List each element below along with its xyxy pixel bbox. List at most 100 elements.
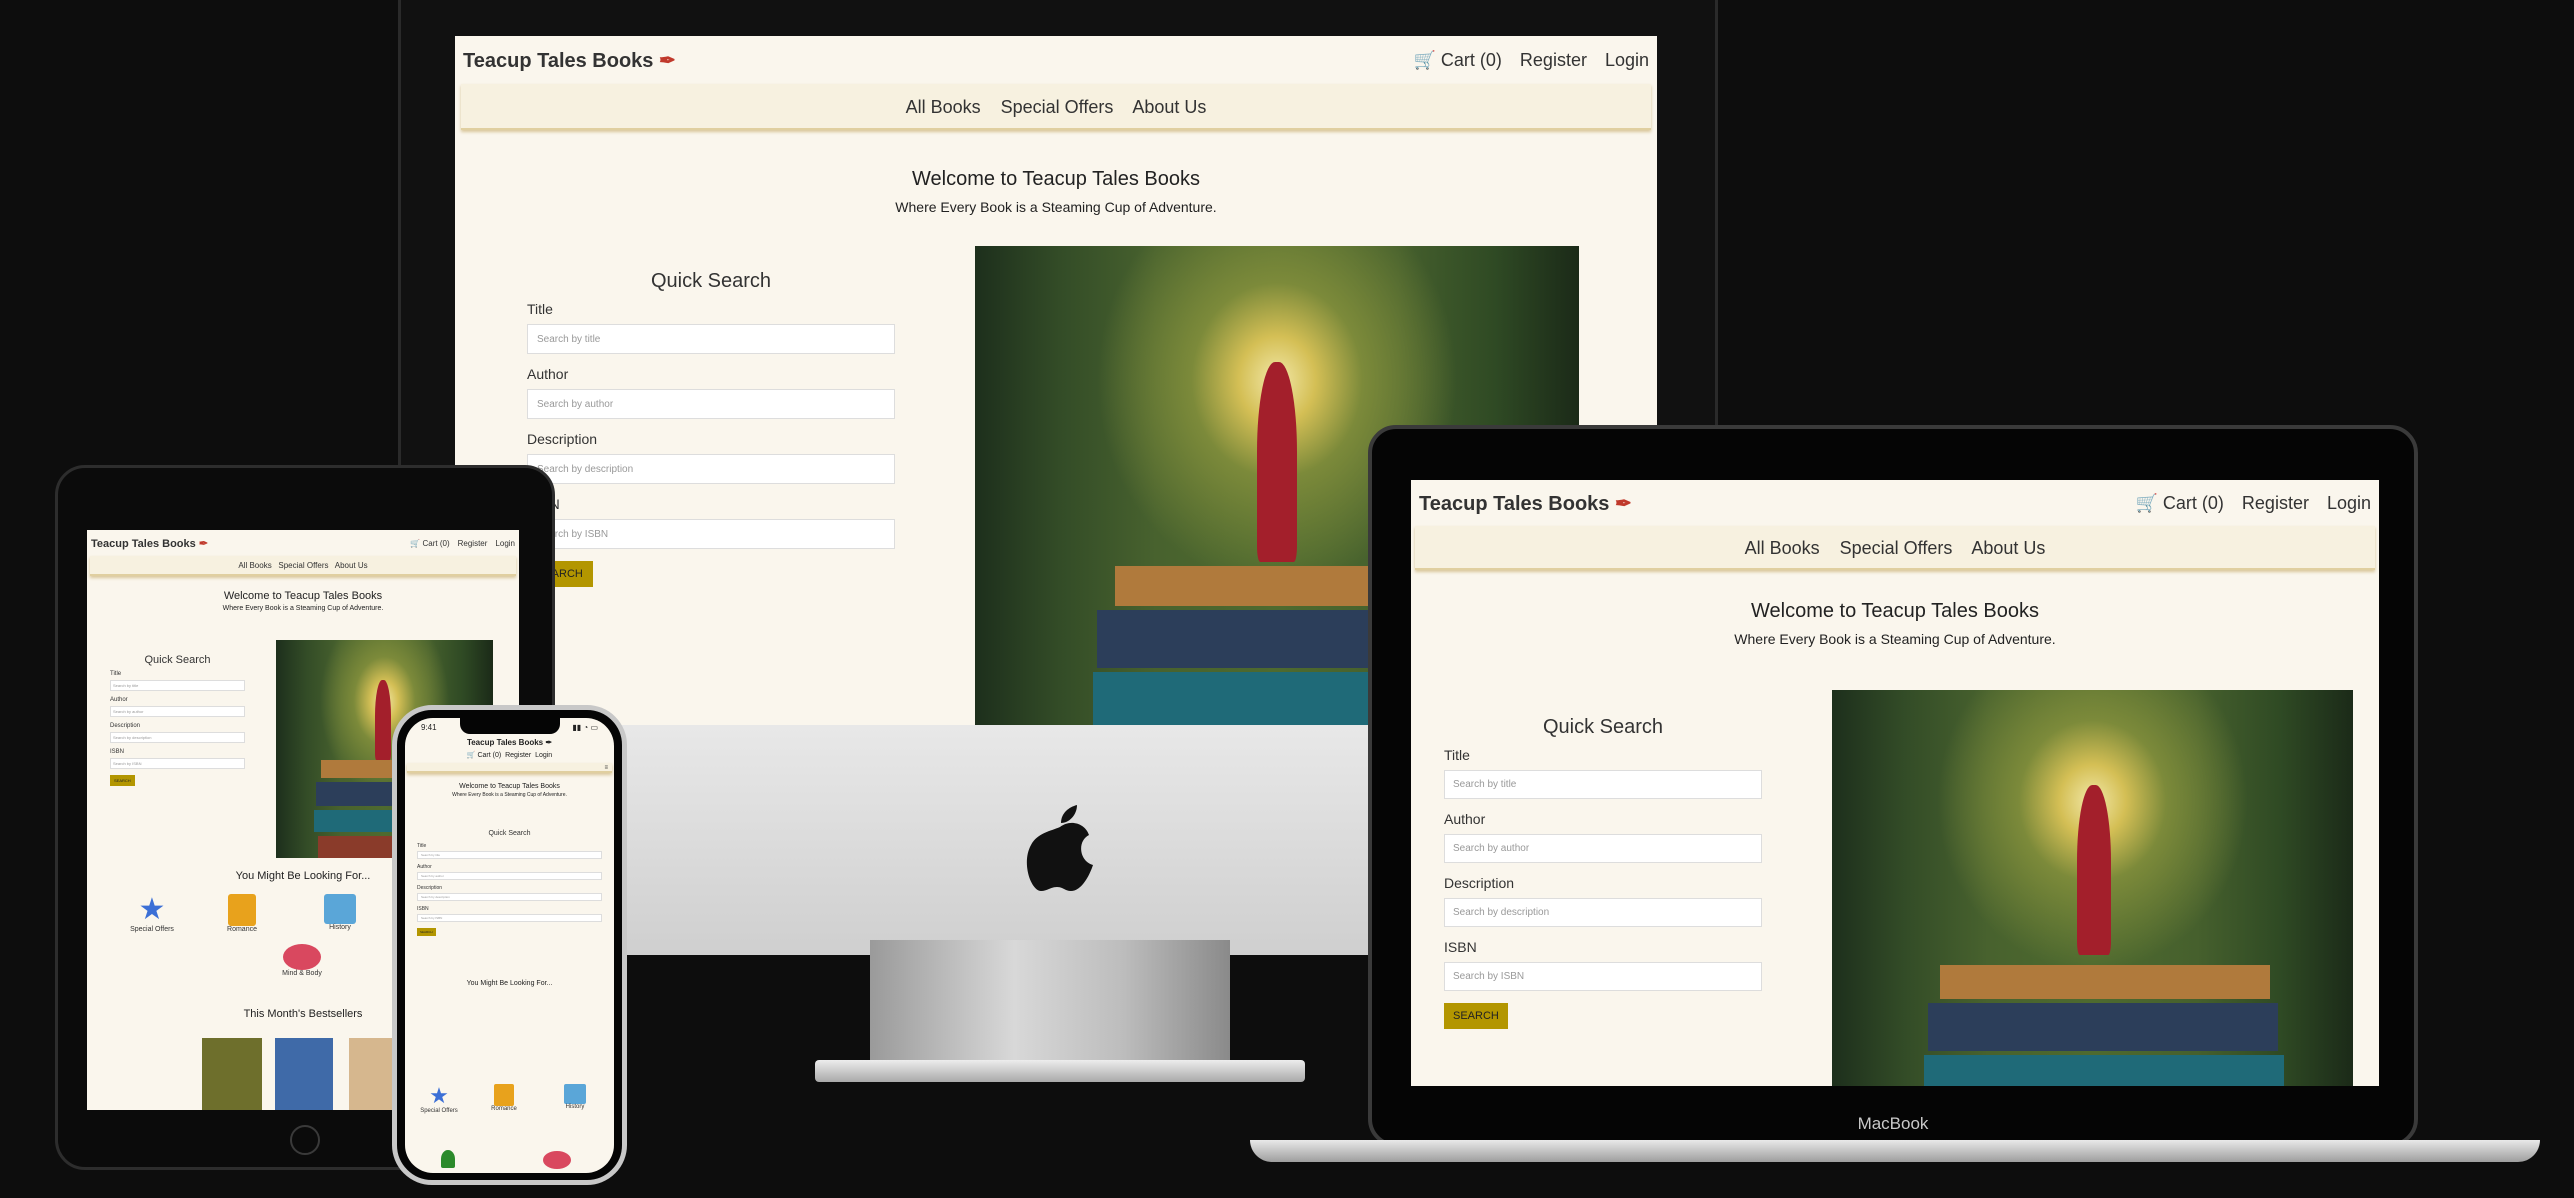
search-button[interactable]: SEARCH xyxy=(1444,1003,1508,1029)
search-button[interactable]: SEARCH xyxy=(110,775,135,786)
description-input[interactable]: Search by description xyxy=(110,732,245,743)
brand-logo[interactable]: Teacup Tales Books ✒ xyxy=(91,537,208,550)
special-offers-label: Special Offers xyxy=(130,926,174,933)
cart-link[interactable]: 🛒 Cart (0) xyxy=(410,539,449,548)
brain-icon xyxy=(543,1151,571,1169)
status-time: 9:41 xyxy=(421,722,437,732)
description-input[interactable]: Search by description xyxy=(1444,898,1762,927)
brand-logo[interactable]: Teacup Tales Books ✒ xyxy=(463,48,676,73)
feather-icon: ✒ xyxy=(659,49,676,72)
author-label: Author xyxy=(527,366,569,382)
tagline: Where Every Book is a Steaming Cup of Ad… xyxy=(222,605,384,612)
login-link[interactable]: Login xyxy=(1605,50,1649,71)
brand-logo[interactable]: Teacup Tales Books ✒ xyxy=(405,738,614,747)
feather-icon: ✒ xyxy=(545,738,553,747)
special-offers-link[interactable]: ★ Special Offers xyxy=(127,893,177,934)
tagline: Where Every Book is a Steaming Cup of Ad… xyxy=(895,199,1217,215)
girl-figure xyxy=(1257,362,1297,562)
bestseller-cover[interactable] xyxy=(202,1038,262,1110)
welcome-heading: Welcome to Teacup Tales Books xyxy=(223,590,383,602)
description-input[interactable]: Search by description xyxy=(417,893,602,901)
mind-body-link[interactable]: Mind & Body xyxy=(277,944,327,977)
romance-link[interactable]: Romance xyxy=(484,1084,524,1112)
romance-label: Romance xyxy=(491,1106,517,1112)
description-label: Description xyxy=(110,723,141,729)
star-icon: ★ xyxy=(429,1083,449,1108)
title-input[interactable]: Search by title xyxy=(110,680,245,691)
nav-about-us[interactable]: About Us xyxy=(1132,97,1206,117)
star-icon: ★ xyxy=(138,893,166,926)
isbn-label: ISBN xyxy=(110,749,125,755)
brain-icon xyxy=(283,944,321,970)
home-button[interactable] xyxy=(290,1125,320,1155)
cart-link[interactable]: 🛒 Cart (0) xyxy=(467,752,501,759)
mind-body-label: Mind & Body xyxy=(282,970,322,977)
author-input[interactable]: Search by author xyxy=(1444,834,1762,863)
special-offers-label: Special Offers xyxy=(420,1108,458,1114)
description-label: Description xyxy=(527,431,598,447)
description-label: Description xyxy=(1444,875,1515,891)
apple-logo-icon xyxy=(1026,805,1093,891)
iphone-screen: 9:41 ▮▮ ◔ ▭ Teacup Tales Books ✒ 🛒 Cart … xyxy=(405,718,614,1173)
newspaper-icon xyxy=(324,894,356,924)
quick-search-title: Quick Search xyxy=(1542,716,1664,738)
login-link[interactable]: Login xyxy=(535,752,552,759)
special-offers-link[interactable]: ★ Special Offers xyxy=(419,1083,459,1115)
nav-special-offers[interactable]: Special Offers xyxy=(1840,538,1953,558)
isbn-input[interactable]: Search by ISBN xyxy=(527,519,895,549)
book-icon xyxy=(228,894,256,926)
cart-link[interactable]: 🛒 Cart (0) xyxy=(2135,493,2223,514)
nav-all-books[interactable]: All Books xyxy=(1745,538,1820,558)
feather-icon: ✒ xyxy=(1615,492,1632,515)
hamburger-menu[interactable]: ≡ xyxy=(407,763,612,773)
author-input[interactable]: Search by author xyxy=(527,389,895,419)
nav-all-books[interactable]: All Books xyxy=(906,97,981,117)
isbn-label: ISBN xyxy=(527,496,895,512)
book-icon xyxy=(494,1084,514,1106)
register-link[interactable]: Register xyxy=(2242,493,2309,514)
history-link[interactable]: History xyxy=(315,894,365,931)
description-label: Description xyxy=(417,885,443,891)
nav-special-offers[interactable]: Special Offers xyxy=(278,561,328,570)
author-label: Author xyxy=(417,864,432,870)
isbn-label: ISBN xyxy=(1444,939,1477,955)
quick-search-title: Quick Search xyxy=(650,270,772,292)
register-link[interactable]: Register xyxy=(1520,50,1587,71)
status-icons: ▮▮ ◔ ▭ xyxy=(572,722,598,732)
title-input[interactable]: Search by title xyxy=(527,324,895,354)
login-link[interactable]: Login xyxy=(495,539,515,548)
feather-icon: ✒ xyxy=(198,537,209,550)
isbn-input[interactable]: Search by ISBN xyxy=(417,914,602,922)
description-input[interactable]: Search by description xyxy=(527,454,895,484)
register-link[interactable]: Register xyxy=(458,539,488,548)
romance-link[interactable]: Romance xyxy=(217,894,267,933)
bestseller-cover[interactable] xyxy=(275,1038,333,1110)
macbook-label: MacBook xyxy=(1857,1114,1929,1133)
nav-about-us[interactable]: About Us xyxy=(335,561,368,570)
title-label: Title xyxy=(110,671,122,677)
register-link[interactable]: Register xyxy=(505,752,531,759)
title-label: Title xyxy=(527,301,553,317)
cart-link[interactable]: 🛒 Cart (0) xyxy=(1413,50,1501,71)
isbn-input[interactable]: Search by ISBN xyxy=(1444,962,1762,991)
macbook-base xyxy=(1250,1140,2540,1162)
author-label: Author xyxy=(1444,811,1486,827)
search-button[interactable]: SEARCH xyxy=(417,928,436,936)
history-link[interactable]: History xyxy=(555,1084,595,1110)
author-input[interactable]: Search by author xyxy=(417,872,602,880)
title-input[interactable]: Search by title xyxy=(1444,770,1762,799)
nav-special-offers[interactable]: Special Offers xyxy=(1001,97,1114,117)
brand-logo[interactable]: Teacup Tales Books ✒ xyxy=(1419,491,1632,516)
imac-stand xyxy=(870,940,1230,1070)
nav-about-us[interactable]: About Us xyxy=(1971,538,2045,558)
looking-for-title: You Might Be Looking For... xyxy=(466,980,553,987)
newspaper-icon xyxy=(564,1084,586,1104)
isbn-input[interactable]: Search by ISBN xyxy=(110,758,245,769)
login-link[interactable]: Login xyxy=(2327,493,2371,514)
title-input[interactable]: Search by title xyxy=(417,851,602,859)
title-label: Title xyxy=(417,843,427,849)
title-label: Title xyxy=(1444,747,1470,763)
nav-all-books[interactable]: All Books xyxy=(238,561,271,570)
author-label: Author xyxy=(110,697,128,703)
author-input[interactable]: Search by author xyxy=(110,706,245,717)
